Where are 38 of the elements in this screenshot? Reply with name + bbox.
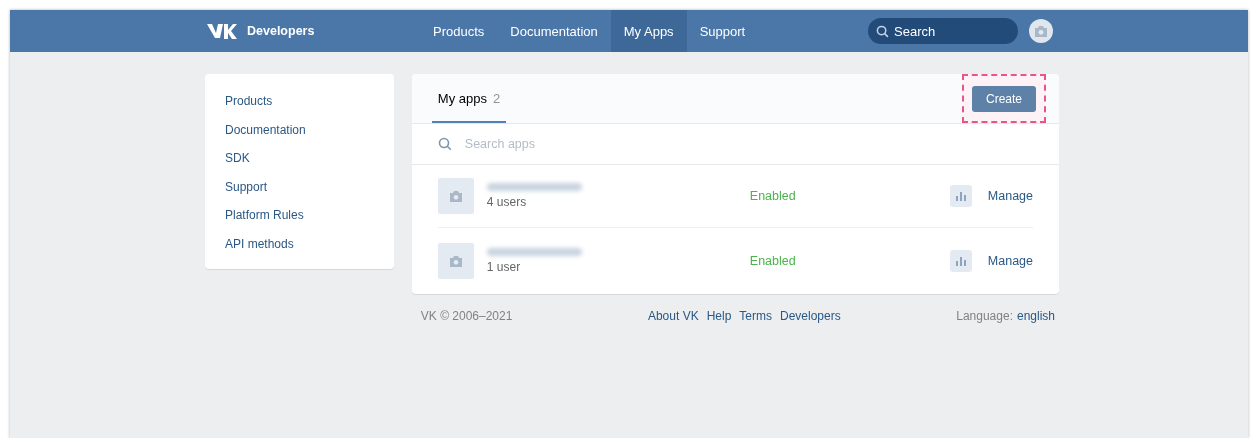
avatar[interactable]	[1029, 19, 1053, 43]
status-label: Enabled	[749, 189, 797, 203]
camera-icon	[448, 255, 463, 267]
brand-name: Developers	[247, 24, 315, 38]
stats-button[interactable]	[949, 250, 972, 272]
footer-link[interactable]: Developers	[780, 309, 841, 323]
camera-icon	[1034, 25, 1048, 37]
sidebar-link[interactable]: Documentation	[205, 116, 394, 146]
search-icon	[437, 137, 452, 151]
manage-link[interactable]: Manage	[987, 189, 1033, 203]
sidebar-link[interactable]: Platform Rules	[205, 202, 394, 231]
language-link[interactable]: english	[1016, 309, 1055, 323]
user-count: 1 user	[486, 260, 522, 274]
manage-link[interactable]: Manage	[987, 254, 1033, 268]
footer-link[interactable]: Terms	[739, 309, 772, 323]
bar-chart-icon	[955, 191, 966, 201]
nav-tab[interactable]: Support	[686, 10, 759, 52]
logo-icon[interactable]	[207, 22, 237, 40]
nav-tab[interactable]: Documentation	[497, 10, 611, 52]
footer-link[interactable]: Help	[706, 309, 732, 323]
search-icon	[876, 25, 889, 38]
language-label: Language:	[956, 309, 1013, 323]
copyright: VK © 2006–2021	[420, 309, 513, 323]
search-field[interactable]: Search	[868, 18, 1018, 44]
create-button[interactable]: Create	[972, 85, 1036, 112]
nav-tab[interactable]: My Apps	[610, 10, 687, 52]
sidebar-link[interactable]: Products	[205, 88, 394, 117]
user-count: 4 users	[486, 195, 528, 209]
camera-icon	[448, 190, 463, 202]
status-label: Enabled	[749, 254, 797, 268]
sidebar-link[interactable]: Support	[205, 173, 394, 203]
sidebar-link[interactable]: SDK	[205, 145, 394, 174]
bar-chart-icon	[955, 256, 966, 266]
sidebar-link[interactable]: API methods	[205, 230, 394, 260]
stats-button[interactable]	[949, 185, 972, 207]
footer-link[interactable]: About VK	[647, 309, 699, 323]
tab[interactable]: My apps 2	[431, 74, 507, 123]
nav-tab[interactable]: Products	[420, 10, 498, 52]
